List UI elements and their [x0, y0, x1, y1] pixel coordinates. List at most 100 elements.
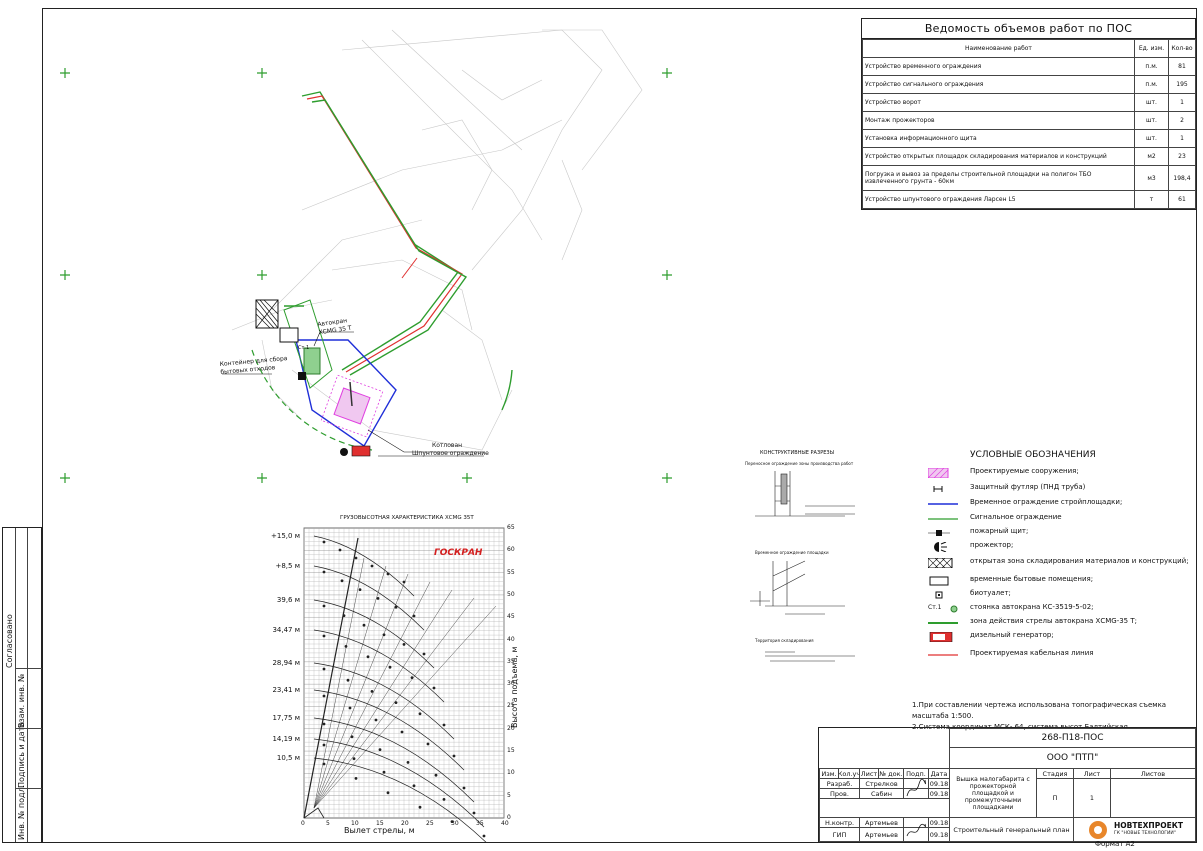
table-row: Монтаж прожекторов шт. 2	[862, 111, 1196, 130]
legend-text: Проектируемые сооружения;	[970, 467, 1079, 475]
stand-label: Ст.1	[298, 345, 310, 351]
table-row: Установка информационного щита шт. 1	[862, 129, 1196, 148]
x-tick-label: 20	[401, 820, 409, 827]
x-tick-label: 10	[351, 820, 359, 827]
legend-item: Временное ограждение стройплощадки;	[928, 497, 1188, 511]
crane-swing-arc-right	[501, 369, 513, 411]
table-row: Устройство шпунтового ограждения Ларсен …	[862, 190, 1196, 209]
hatch-magenta-icon	[927, 467, 958, 479]
boom-length-label: 14,19 м	[272, 735, 300, 743]
y-tick-label: 15	[507, 747, 515, 755]
grid-crosses	[60, 68, 672, 483]
legend-text: прожектор;	[970, 541, 1014, 549]
boom-length-label: 28,94 м	[272, 659, 300, 667]
y-tick-label: 0	[507, 814, 511, 821]
x-tick-label: 30	[451, 820, 459, 827]
firm-logo-icon	[1089, 820, 1108, 839]
legend-item: Проектируемые сооружения;	[927, 466, 1188, 480]
legend-item: открытая зона складирования материалов и…	[927, 556, 1189, 570]
line-blue-icon	[928, 499, 958, 509]
format-label: Формат А2	[1095, 840, 1135, 848]
strip-replace-inv: Взам. инв. №	[17, 673, 26, 728]
brand-logo: ГОСКРАН	[434, 548, 483, 558]
topography	[231, 29, 643, 451]
legend-item: Проектируемая кабельная линия	[928, 648, 1188, 662]
y-tick-label: 45	[507, 613, 515, 621]
legend-text: Сигнальное ограждение	[970, 513, 1062, 521]
legend-text: пожарный щит;	[970, 527, 1029, 535]
legend-text: дизельный генератор;	[970, 631, 1054, 639]
approval-strip: Согласовано Взам. инв. № Подпись и дата …	[2, 527, 42, 843]
y-tick-label: 35	[507, 657, 515, 665]
y-tick-label: 10	[507, 769, 515, 777]
legend-item: временные бытовые помещения;	[928, 574, 1188, 588]
note-1: 1.При составлении чертежа использована т…	[912, 701, 1167, 720]
shield-icon	[928, 528, 958, 538]
boom-length-label: 34,47 м	[272, 626, 300, 634]
box-icon	[928, 576, 958, 586]
table-row: Устройство ворот шт. 1	[862, 93, 1196, 112]
generator	[351, 445, 371, 457]
object-name: Вышка малогабарита с прожекторной площад…	[949, 768, 1037, 818]
y-tick-label: 5	[507, 791, 511, 799]
boom-length-label: +8,5 м	[275, 562, 300, 570]
line-red-icon	[928, 650, 958, 660]
x-tick-label: 25	[426, 820, 434, 827]
legend-text: Проектируемая кабельная линия	[970, 649, 1094, 657]
legend-item: биотуалет;	[928, 588, 1188, 602]
signal-fence	[283, 299, 333, 389]
y-tick-label: 65	[507, 524, 515, 531]
line-green-icon	[928, 514, 958, 524]
line-green-thick-icon	[928, 618, 958, 628]
legend-stand-label: Ст.1	[928, 604, 942, 611]
crosshatch-icon	[927, 557, 958, 569]
strip-inv-number: Инв. № подл.	[17, 784, 26, 840]
generator-icon	[928, 631, 958, 643]
legend-title: УСЛОВНЫЕ ОБОЗНАЧЕНИЯ	[970, 450, 1096, 460]
signature	[906, 778, 926, 797]
legend-text: зона действия стрелы автокрана ХСМG-35 Т…	[970, 617, 1137, 625]
legend-item: Защитный футляр (ПНД труба)	[928, 482, 1188, 496]
boom-length-label: 10,5 м	[276, 754, 300, 762]
boom-length-label: 17,75 м	[272, 714, 300, 722]
table-row: Устройство сигнального ограждения п.м. 195	[862, 75, 1196, 94]
y-tick-label: 30	[507, 680, 515, 688]
title-block: 268-П18-ПОС ООО "ПТП" Изм. Кол.уч Лист №…	[818, 727, 1197, 843]
spotlight-icon	[928, 541, 958, 553]
y-tick-label: 50	[507, 590, 515, 598]
firm-logo: НОВТЕХПРОЕКТ ГК "НОВЫЕ ТЕХНОЛОГИИ"	[1073, 817, 1196, 842]
legend-text: Временное ограждение стройплощадки;	[970, 498, 1123, 506]
legend-item: Сигнальное ограждение	[928, 512, 1188, 526]
boom-length-label: +15,0 м	[271, 532, 300, 540]
stand-icon: Ст.1	[928, 604, 958, 614]
table-row: Погрузка и вывоз за пределы строительной…	[862, 165, 1196, 191]
y-tick-label: 40	[507, 635, 515, 643]
legend-item: дизельный генератор;	[928, 630, 1188, 644]
drawing-code: 268-П18-ПОС	[949, 728, 1196, 748]
y-tick-label: 20	[507, 724, 515, 732]
strip-approved: Согласовано	[5, 614, 14, 668]
toilet-icon	[928, 590, 958, 600]
y-tick-label: 55	[507, 568, 515, 576]
volumes-title: Ведомость объемов работ по ПОС	[862, 19, 1195, 39]
y-tick-label: 25	[507, 702, 515, 710]
boom-length-label: 23,41 м	[272, 686, 300, 694]
cabin	[279, 327, 299, 343]
boom-length-label: 39,6 м	[276, 596, 300, 604]
signature	[906, 823, 926, 837]
legend-text: Защитный футляр (ПНД труба)	[970, 483, 1086, 491]
sections-drawing	[750, 471, 855, 662]
pipe-icon	[928, 484, 958, 494]
drawing-name: Строительный генеральный план	[949, 817, 1074, 842]
legend-text: временные бытовые помещения;	[970, 575, 1094, 583]
crane-symbol	[303, 347, 321, 375]
company-name: ООО "ПТП"	[949, 747, 1196, 769]
legend-item: Ст.1 стоянка автокрана КС-3519-5-02;	[928, 602, 1188, 616]
x-tick-label: 0	[301, 820, 305, 827]
volumes-table: Ведомость объемов работ по ПОС Наименова…	[861, 18, 1196, 210]
x-tick-label: 40	[501, 820, 509, 827]
legend-text: биотуалет;	[970, 589, 1011, 597]
legend-text: открытая зона складирования материалов и…	[970, 557, 1189, 565]
legend-item: зона действия стрелы автокрана ХСМG-35 Т…	[928, 616, 1188, 630]
table-header: Наименование работ Ед. изм. Кол-во	[862, 39, 1196, 58]
